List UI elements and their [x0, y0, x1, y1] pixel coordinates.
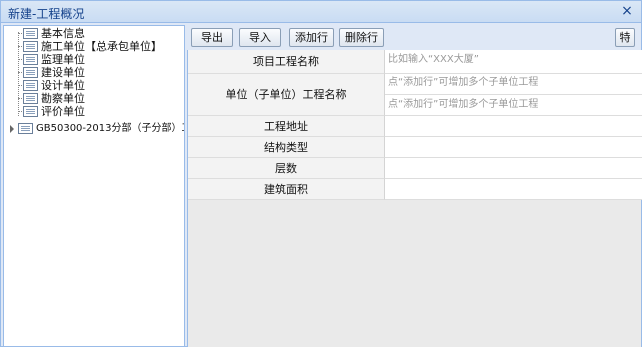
document-icon: [23, 106, 38, 117]
form-row-area: 建筑面积: [188, 179, 642, 200]
tree-item-label: 基本信息: [41, 27, 85, 40]
dialog-window: 新建-工程概况 × 基本信息 施工单位【总承包单位】 监理单位 建设单位 设计单…: [0, 0, 642, 347]
toolbar: 导出 导入 添加行 删除行 特: [187, 25, 641, 49]
tree-item-label: 设计单位: [41, 79, 85, 92]
document-icon: [23, 54, 38, 65]
tree-item-label: GB50300-2013分部（子分部）工程: [36, 123, 185, 134]
floors-label: 层数: [188, 158, 385, 179]
project-form-grid: 项目工程名称 比如输入“XXX大厦” 单位（子单位）工程名称 点“添加行”可增加…: [187, 50, 642, 347]
delete-row-button[interactable]: 删除行: [339, 28, 384, 47]
project-name-label: 项目工程名称: [188, 50, 385, 74]
expand-arrow-icon[interactable]: [10, 125, 14, 133]
project-name-input[interactable]: 比如输入“XXX大厦”: [385, 50, 642, 74]
tree-item-label: 勘察单位: [41, 92, 85, 105]
unit-name-label: 单位（子单位）工程名称: [188, 74, 385, 116]
address-label: 工程地址: [188, 116, 385, 137]
document-icon: [23, 41, 38, 52]
area-input[interactable]: [385, 179, 642, 200]
address-input[interactable]: [385, 116, 642, 137]
special-button[interactable]: 特: [615, 28, 635, 47]
close-icon[interactable]: ×: [620, 4, 634, 19]
area-label: 建筑面积: [188, 179, 385, 200]
document-icon: [23, 67, 38, 78]
form-row-project-name: 项目工程名称 比如输入“XXX大厦”: [188, 50, 642, 74]
tree-item-label: 评价单位: [41, 105, 85, 118]
export-button[interactable]: 导出: [191, 28, 233, 47]
tree-item-label: 监理单位: [41, 53, 85, 66]
structure-label: 结构类型: [188, 137, 385, 158]
structure-input[interactable]: [385, 137, 642, 158]
floors-input[interactable]: [385, 158, 642, 179]
unit-name-input-1[interactable]: 点“添加行”可增加多个子单位工程: [385, 74, 642, 95]
title-bar[interactable]: 新建-工程概况 ×: [1, 1, 641, 23]
form-row-unit-name: 单位（子单位）工程名称 点“添加行”可增加多个子单位工程 点“添加行”可增加多个…: [188, 74, 642, 116]
tree-connector: [18, 32, 19, 116]
form-row-address: 工程地址: [188, 116, 642, 137]
tree-item-label: 建设单位: [41, 66, 85, 79]
document-icon: [23, 28, 38, 39]
tree-item-label: 施工单位【总承包单位】: [41, 40, 162, 53]
document-icon: [23, 93, 38, 104]
unit-name-input-2[interactable]: 点“添加行”可增加多个子单位工程: [385, 95, 642, 116]
form-row-floors: 层数: [188, 158, 642, 179]
add-row-button[interactable]: 添加行: [289, 28, 334, 47]
import-button[interactable]: 导入: [239, 28, 281, 47]
document-icon: [23, 80, 38, 91]
window-title: 新建-工程概况: [8, 7, 85, 21]
form-row-structure: 结构类型: [188, 137, 642, 158]
document-icon: [18, 123, 33, 134]
tree-panel: 基本信息 施工单位【总承包单位】 监理单位 建设单位 设计单位 勘察单位 评价单…: [3, 25, 185, 347]
